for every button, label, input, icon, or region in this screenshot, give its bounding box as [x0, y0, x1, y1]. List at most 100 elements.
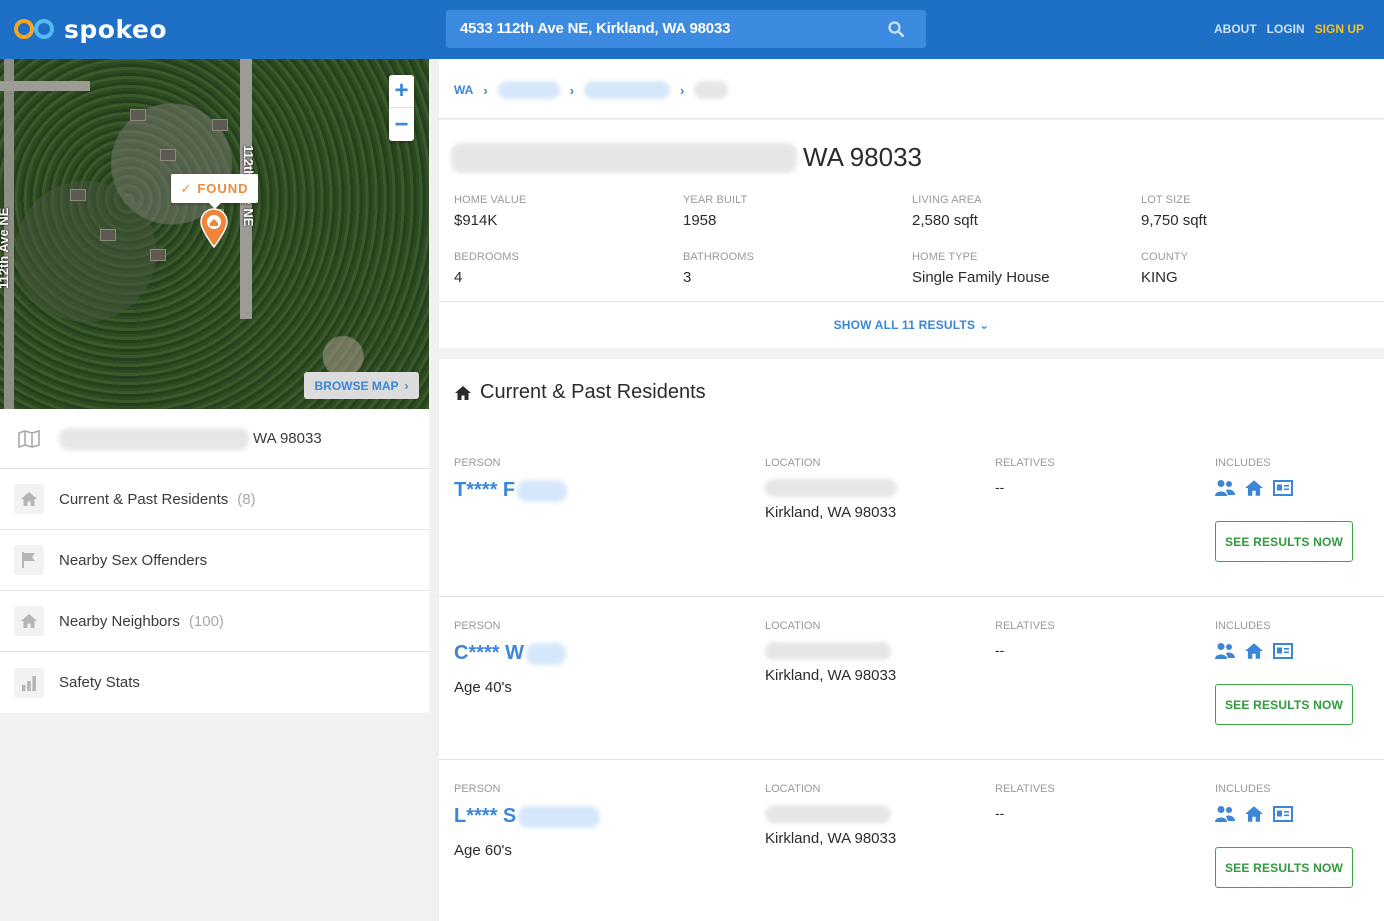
browse-map-label: BROWSE MAP: [314, 378, 399, 393]
browse-map-button[interactable]: BROWSE MAP ›: [304, 372, 419, 399]
map-road: [0, 81, 90, 91]
sidebar-item-count: (100): [188, 612, 224, 630]
sidebar-item-residents[interactable]: Current & Past Residents (8): [0, 469, 429, 530]
breadcrumb-city[interactable]: [497, 81, 560, 99]
signup-link[interactable]: SIGN UP: [1315, 22, 1364, 36]
redacted-surname: [518, 805, 601, 828]
zoom-control: + −: [389, 75, 414, 141]
home-icon: [455, 385, 471, 400]
login-link[interactable]: LOGIN: [1267, 22, 1305, 36]
location-col: LOCATION Kirkland, WA 98033: [765, 620, 897, 684]
search-box[interactable]: 4533 112th Ave NE, Kirkland, WA 98033: [446, 10, 926, 48]
people-icon: [1215, 643, 1235, 659]
logo-mark-icon: [14, 14, 60, 44]
check-icon: ✓: [180, 180, 193, 196]
see-results-button[interactable]: SEE RESULTS NOW: [1215, 847, 1353, 888]
property-title: WA 98033: [451, 142, 922, 173]
breadcrumb-street[interactable]: [584, 81, 671, 99]
chevron-right-icon: ›: [483, 82, 488, 98]
person-name-link[interactable]: L**** S: [454, 805, 601, 828]
see-results-button[interactable]: SEE RESULTS NOW: [1215, 684, 1353, 725]
found-label: FOUND: [197, 181, 249, 196]
map-icon: [14, 424, 44, 454]
sidebar-item-address[interactable]: WA 98033: [0, 409, 429, 469]
residents-heading: Current & Past Residents: [454, 381, 706, 404]
resident-row: PERSON L**** S Age 60's LOCATION Kirklan…: [439, 760, 1384, 921]
search-icon[interactable]: [888, 21, 904, 37]
home-icon: [14, 606, 44, 636]
chevron-right-icon: ›: [404, 378, 409, 393]
top-bar: spokeo 4533 112th Ave NE, Kirkland, WA 9…: [0, 0, 1384, 59]
people-icon: [1215, 806, 1235, 822]
fact-county: COUNTY KING: [1141, 251, 1189, 286]
home-icon: [1245, 806, 1263, 822]
logo-text: spokeo: [64, 14, 168, 44]
includes-col: INCLUDES: [1215, 620, 1293, 660]
found-marker-label: ✓ FOUND: [171, 174, 258, 209]
sidebar-item-label: Nearby Sex Offenders: [59, 551, 208, 569]
person-col: PERSON L**** S Age 60's: [454, 783, 601, 859]
fact-home-value: HOME VALUE $914K: [454, 194, 527, 229]
see-results-button[interactable]: SEE RESULTS NOW: [1215, 521, 1353, 562]
redacted-street: [765, 479, 897, 497]
fact-year-built: YEAR BUILT 1958: [683, 194, 748, 229]
breadcrumb: WA › › ›: [454, 81, 729, 99]
location-col: LOCATION Kirkland, WA 98033: [765, 457, 897, 521]
person-name-link[interactable]: C**** W: [454, 642, 567, 665]
fact-bedrooms: BEDROOMS 4: [454, 251, 519, 286]
location-col: LOCATION Kirkland, WA 98033: [765, 783, 897, 847]
fact-bathrooms: BATHROOMS 3: [683, 251, 754, 286]
sidebar-item-neighbors[interactable]: Nearby Neighbors (100): [0, 591, 429, 652]
zoom-in-button[interactable]: +: [389, 75, 414, 108]
home-icon: [14, 484, 44, 514]
sidebar-address-suffix: WA 98033: [253, 430, 322, 447]
id-card-icon: [1273, 643, 1293, 659]
redacted-street: [765, 642, 891, 660]
relatives-col: RELATIVES --: [995, 783, 1055, 821]
fact-home-type: HOME TYPE Single Family House: [912, 251, 1050, 286]
sidebar-item-label: Safety Stats: [59, 674, 140, 691]
person-name-link[interactable]: T**** F: [454, 479, 568, 502]
residents-panel: Current & Past Residents PERSON T**** F …: [439, 359, 1384, 921]
street-label: 112th Ave NE: [0, 207, 11, 289]
sidebar-item-safety[interactable]: Safety Stats: [0, 652, 429, 713]
includes-col: INCLUDES: [1215, 457, 1293, 497]
show-all-results-button[interactable]: SHOW ALL 11 RESULTS ⌄: [439, 301, 1384, 348]
sidebar-item-count: (8): [237, 490, 256, 508]
relatives-col: RELATIVES --: [995, 620, 1055, 658]
people-icon: [1215, 480, 1235, 496]
redacted-street: [451, 142, 797, 173]
sidebar-nav: WA 98033 Current & Past Residents (8) Ne…: [0, 409, 429, 713]
redacted-surname: [517, 479, 568, 502]
resident-row: PERSON T**** F LOCATION Kirkland, WA 980…: [439, 434, 1384, 597]
zoom-out-button[interactable]: −: [389, 108, 414, 141]
bar-chart-icon: [14, 667, 44, 698]
about-link[interactable]: ABOUT: [1214, 22, 1257, 36]
chevron-right-icon: ›: [680, 82, 685, 98]
relatives-col: RELATIVES --: [995, 457, 1055, 495]
map-pin-icon[interactable]: [199, 208, 229, 248]
id-card-icon: [1273, 806, 1293, 822]
breadcrumb-panel: WA › › ›: [439, 59, 1384, 119]
flag-icon: [14, 545, 44, 575]
home-icon: [1245, 643, 1263, 659]
show-all-label: SHOW ALL 11 RESULTS: [833, 318, 976, 332]
person-col: PERSON C**** W Age 40's: [454, 620, 567, 696]
redacted-street: [59, 427, 249, 450]
residents-title: Current & Past Residents: [480, 381, 706, 403]
chevron-right-icon: ›: [569, 82, 575, 98]
breadcrumb-state[interactable]: WA: [454, 83, 473, 97]
sidebar-item-sex-offenders[interactable]: Nearby Sex Offenders: [0, 530, 429, 591]
breadcrumb-number: [694, 81, 729, 99]
property-map[interactable]: 112th Ave NE 112th Ave NE + − ✓ FOUND BR…: [0, 59, 429, 409]
person-col: PERSON T**** F: [454, 457, 568, 502]
resident-row: PERSON C**** W Age 40's LOCATION Kirklan…: [439, 597, 1384, 760]
search-input[interactable]: 4533 112th Ave NE, Kirkland, WA 98033: [460, 20, 730, 37]
redacted-surname: [526, 642, 567, 665]
spokeo-logo[interactable]: spokeo: [14, 14, 167, 44]
property-facts: HOME VALUE $914K YEAR BUILT 1958 LIVING AR…: [454, 194, 1369, 286]
fact-lot-size: LOT SIZE 9,750 sqft: [1141, 194, 1207, 229]
redacted-street: [765, 805, 891, 823]
property-title-suffix: WA 98033: [803, 142, 923, 172]
chevron-down-icon: ⌄: [979, 318, 990, 332]
